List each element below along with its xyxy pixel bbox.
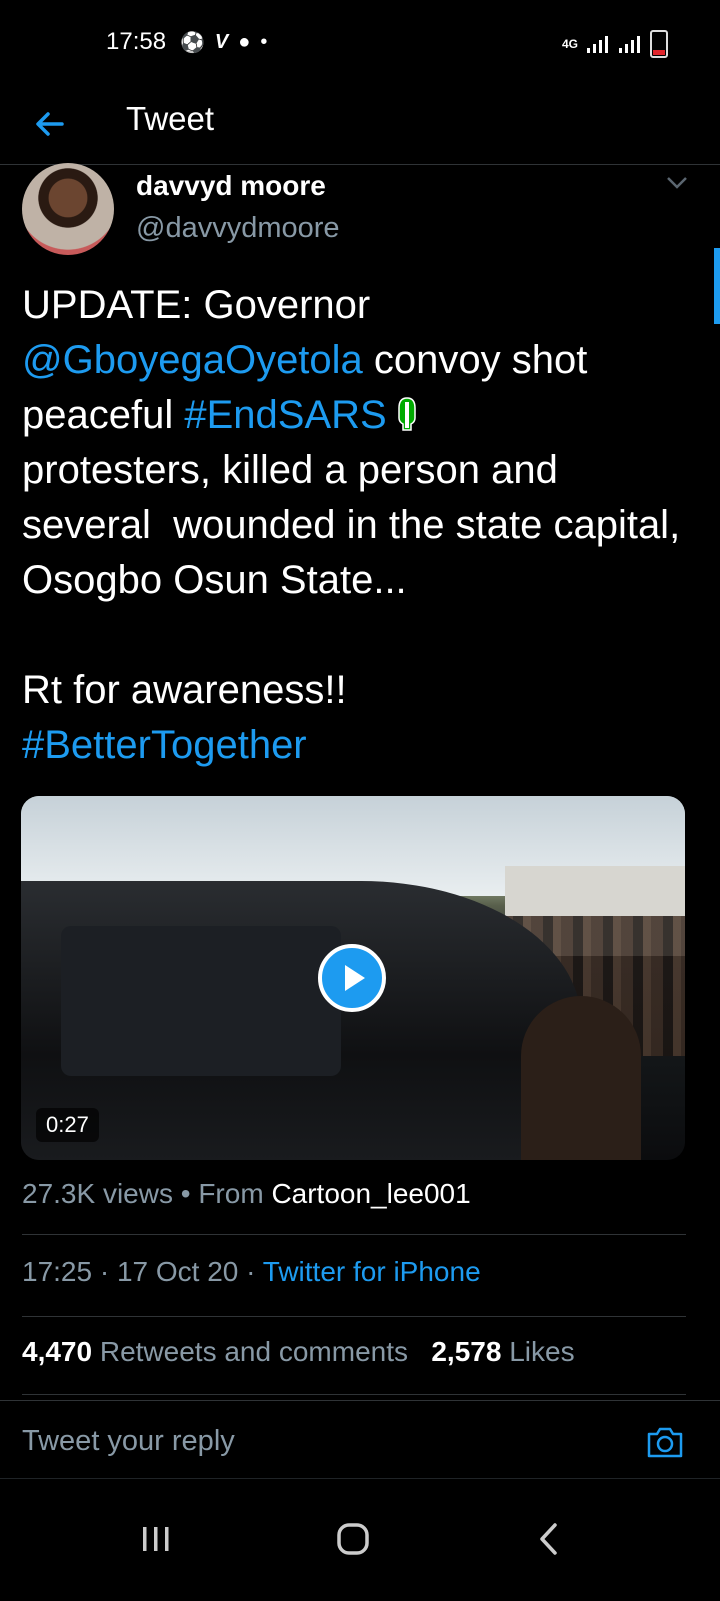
tweet-date: 17 Oct 20 — [116, 1256, 239, 1287]
like-count: 2,578 — [431, 1336, 502, 1367]
divider — [22, 1394, 686, 1395]
whatsapp-icon: ● — [238, 31, 251, 53]
retweets-label: Retweets and comments — [99, 1336, 408, 1367]
dot-icon: • — [260, 31, 268, 53]
views-line: 27.3K views • From Cartoon_lee001 — [22, 1178, 471, 1210]
likes-stat[interactable]: 2,578 Likes — [431, 1336, 574, 1367]
meta-separator: · — [92, 1256, 117, 1287]
retweet-count: 4,470 — [22, 1336, 93, 1367]
play-button[interactable] — [318, 944, 386, 1012]
soccer-ball-icon: ⚽ — [180, 32, 205, 54]
notification-icons: ⚽ V ● • — [180, 30, 267, 55]
likes-label: Likes — [509, 1336, 575, 1367]
reply-bar: Tweet your reply — [0, 1400, 720, 1477]
raised-fist-flag-icon — [397, 397, 416, 431]
source-app-link[interactable]: Twitter for iPhone — [263, 1256, 481, 1287]
video-car-window — [61, 926, 341, 1076]
video-duration: 0:27 — [36, 1108, 99, 1142]
signal-icon — [587, 36, 608, 53]
divider — [22, 1316, 686, 1317]
views-separator: • From — [172, 1178, 272, 1209]
recent-apps-icon[interactable] — [126, 1509, 186, 1569]
home-icon[interactable] — [323, 1509, 383, 1569]
top-app-bar: Tweet — [0, 90, 720, 165]
v-icon: V — [214, 31, 229, 53]
tweet-time: 17:25 — [22, 1256, 93, 1287]
video-person — [521, 996, 641, 1160]
video-thumbnail[interactable]: 0:27 — [21, 796, 685, 1160]
author-name[interactable]: davvyd moore — [136, 170, 326, 202]
status-bar: 17:58 ⚽ V ● • 4G — [0, 0, 720, 90]
divider — [22, 1234, 686, 1235]
status-time: 17:58 — [106, 28, 167, 55]
tweet-text-part: UPDATE: Governor — [22, 283, 382, 327]
view-count: 27.3K views — [22, 1178, 173, 1209]
tweet-meta: 17:25 · 17 Oct 20 · Twitter for iPhone — [22, 1256, 481, 1288]
video-source-link[interactable]: Cartoon_lee001 — [271, 1178, 470, 1209]
author-handle[interactable]: @davvydmoore — [136, 212, 340, 245]
system-nav-bar — [0, 1478, 720, 1601]
hashtag-link[interactable]: #EndSARS — [184, 393, 386, 437]
hashtag-link[interactable]: #BetterTogether — [22, 723, 307, 767]
tweet-text-part: protesters, killed a person and several … — [22, 448, 681, 712]
play-icon — [345, 965, 365, 991]
signal-icon-2 — [619, 36, 640, 53]
mention-link[interactable]: @GboyegaOyetola — [22, 338, 363, 382]
tweet-stats: 4,470 Retweets and comments 2,578 Likes — [22, 1336, 575, 1368]
page-title: Tweet — [126, 100, 215, 137]
network-type-label: 4G — [561, 37, 578, 51]
chevron-down-icon[interactable] — [666, 176, 688, 190]
scroll-indicator[interactable] — [714, 248, 720, 324]
back-nav-icon[interactable] — [520, 1509, 580, 1569]
tweet-text: UPDATE: Governor @GboyegaOyetola convoy … — [22, 278, 692, 773]
retweets-stat[interactable]: 4,470 Retweets and comments — [22, 1336, 408, 1367]
camera-icon[interactable] — [646, 1425, 684, 1459]
back-arrow-icon[interactable] — [30, 104, 70, 144]
avatar[interactable] — [22, 163, 114, 255]
meta-separator: · — [238, 1256, 263, 1287]
battery-icon — [650, 30, 668, 58]
system-icons: 4G — [562, 30, 668, 58]
reply-input[interactable]: Tweet your reply — [22, 1425, 235, 1458]
